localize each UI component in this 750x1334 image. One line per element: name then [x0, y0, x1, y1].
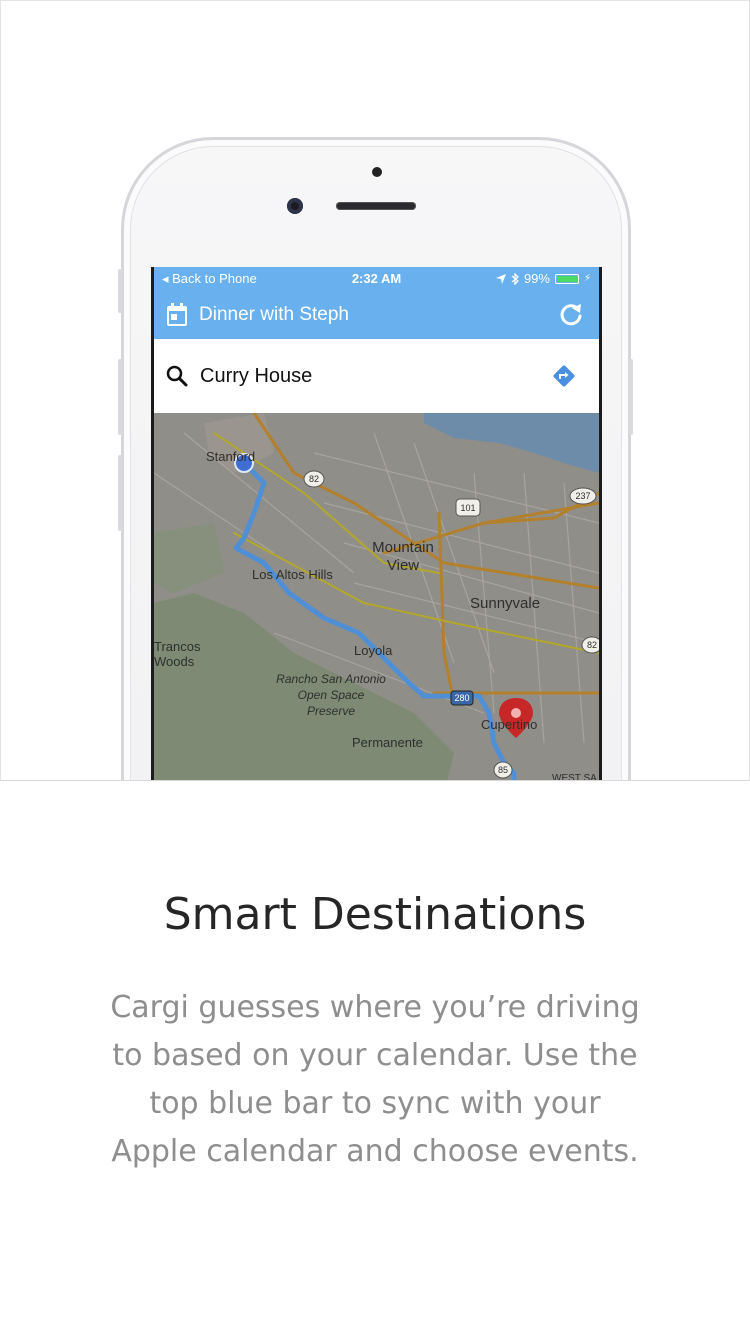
- feature-headline: Smart Destinations: [163, 889, 587, 941]
- map-label-west-sa: WEST SA: [552, 773, 597, 781]
- route-map[interactable]: 82 101 237 280 85 82 Stanford Mountain V…: [154, 413, 599, 781]
- search-icon: [166, 365, 188, 387]
- map-label-sunnyvale: Sunnyvale: [470, 595, 541, 612]
- bluetooth-icon: [511, 272, 519, 285]
- feature-description: Cargi guesses where you’re driving to ba…: [110, 990, 640, 1169]
- svg-text:82: 82: [587, 640, 597, 650]
- phone-sensor: [372, 167, 382, 177]
- map-label-cupertino: Cupertino: [481, 717, 538, 732]
- phone-screen: ◂ Back to Phone 2:32 AM 99% ⚡ Dinner wit…: [151, 267, 602, 781]
- phone-camera: [287, 198, 303, 214]
- charging-icon: ⚡: [583, 273, 591, 284]
- location-arrow-icon: [495, 273, 506, 284]
- status-indicators: 99% ⚡: [495, 271, 591, 286]
- svg-text:85: 85: [498, 765, 508, 775]
- battery-percent: 99%: [523, 271, 550, 286]
- map-label-permanente: Permanente: [352, 735, 423, 750]
- event-title: Dinner with Steph: [199, 304, 349, 325]
- phone-power-button: [629, 359, 633, 435]
- map-label-rancho-san-antonio: Rancho San Antonio Open Space Preserve: [276, 672, 386, 718]
- calendar-icon[interactable]: [166, 303, 188, 327]
- map-label-loyola: Loyola: [354, 643, 393, 658]
- map-label-stanford: Stanford: [206, 449, 256, 464]
- svg-text:280: 280: [454, 693, 469, 703]
- directions-icon[interactable]: [551, 363, 577, 389]
- svg-text:82: 82: [309, 474, 319, 484]
- refresh-icon[interactable]: [557, 301, 585, 329]
- destination-search[interactable]: Curry House: [154, 339, 599, 413]
- phone-mute-switch: [118, 269, 122, 313]
- battery-icon: [554, 273, 579, 284]
- svg-text:101: 101: [460, 503, 475, 513]
- svg-text:237: 237: [575, 491, 590, 501]
- device-showcase-panel: ◂ Back to Phone 2:32 AM 99% ⚡ Dinner wit…: [0, 0, 750, 781]
- event-bar[interactable]: Dinner with Steph: [154, 291, 599, 339]
- destination-query[interactable]: Curry House: [200, 365, 312, 388]
- status-bar: ◂ Back to Phone 2:32 AM 99% ⚡: [154, 267, 599, 291]
- map-label-mountain-view: Mountain View: [372, 539, 434, 574]
- map-label-trancos-woods: Trancos Woods: [154, 639, 201, 669]
- phone-speaker: [336, 202, 416, 210]
- map-label-los-altos-hills: Los Altos Hills: [252, 567, 333, 582]
- phone-volume-down: [118, 455, 122, 531]
- phone-volume-up: [118, 359, 122, 435]
